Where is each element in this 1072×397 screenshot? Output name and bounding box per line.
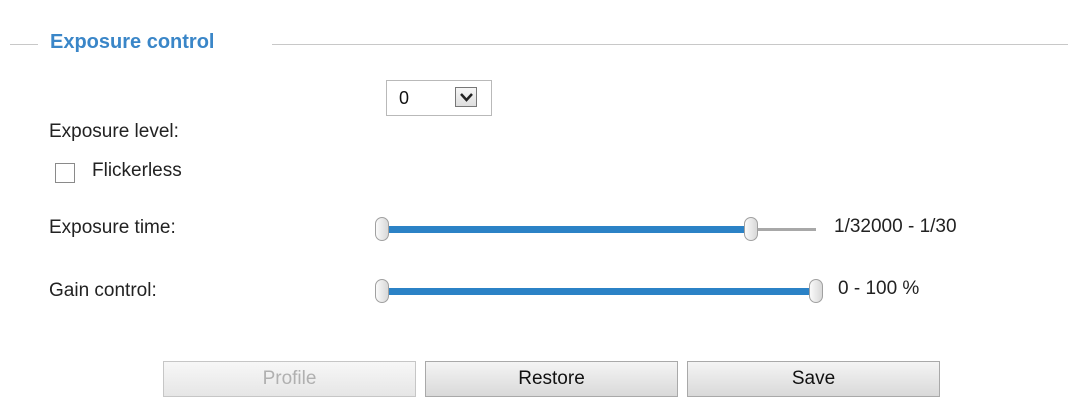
gain-control-slider-min-handle[interactable] [375, 279, 389, 303]
section-rule-right [272, 44, 1068, 45]
flickerless-label: Flickerless [92, 160, 182, 181]
section-title: Exposure control [50, 31, 215, 53]
save-button[interactable]: Save [687, 361, 940, 397]
exposure-time-label: Exposure time: [49, 217, 176, 238]
exposure-time-slider-min-handle[interactable] [375, 217, 389, 241]
flickerless-checkbox[interactable] [55, 163, 75, 183]
exposure-time-range: 1/32000 - 1/30 [834, 216, 957, 237]
section-rule-left [10, 44, 38, 45]
gain-control-slider-fill [385, 288, 816, 295]
exposure-time-slider-fill [385, 226, 751, 233]
gain-control-slider-max-handle[interactable] [809, 279, 823, 303]
exposure-level-value: 0 [399, 88, 410, 108]
chevron-down-icon[interactable] [455, 87, 477, 107]
exposure-control-panel: Exposure control Exposure level: 0 Flick… [0, 0, 1072, 397]
profile-button[interactable]: Profile [163, 361, 416, 397]
exposure-level-select[interactable]: 0 [386, 80, 492, 116]
gain-control-range: 0 - 100 % [838, 278, 920, 299]
exposure-level-label: Exposure level: [49, 121, 179, 142]
gain-control-label: Gain control: [49, 280, 157, 301]
restore-button[interactable]: Restore [425, 361, 678, 397]
exposure-time-slider-max-handle[interactable] [744, 217, 758, 241]
